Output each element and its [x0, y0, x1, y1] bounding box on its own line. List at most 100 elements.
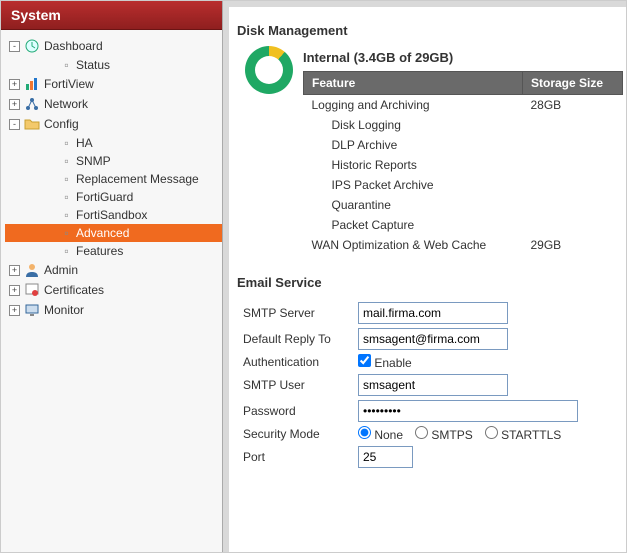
size-cell: [523, 135, 623, 155]
bullet-icon: ▫: [61, 136, 72, 150]
size-cell: [523, 115, 623, 135]
lbl-reply-to: Default Reply To: [243, 332, 358, 346]
disk-feature-table: Feature Storage Size Logging and Archivi…: [303, 71, 623, 255]
content-area: Disk Management Internal (3.4GB of 29GB)…: [223, 1, 626, 552]
lbl-port: Port: [243, 450, 358, 464]
nav-label: Network: [44, 97, 88, 111]
col-storage: Storage Size: [523, 72, 623, 95]
nav-item-monitor[interactable]: + Monitor: [5, 300, 222, 320]
bullet-icon: ▫: [61, 154, 72, 168]
nav-label: Monitor: [44, 303, 84, 317]
size-cell: [523, 195, 623, 215]
bullet-icon: ▫: [61, 58, 72, 72]
bullet-icon: ▫: [61, 190, 72, 204]
feature-cell: Logging and Archiving: [304, 95, 523, 116]
bullet-icon: ▫: [61, 226, 72, 240]
email-section-title: Email Service: [229, 271, 626, 298]
nav-label: Features: [76, 244, 123, 258]
expander-icon[interactable]: -: [9, 41, 20, 52]
table-row: Quarantine: [304, 195, 623, 215]
smtp-user-input[interactable]: [358, 374, 508, 396]
clock-icon: [24, 38, 40, 54]
table-row: Logging and Archiving28GB: [304, 95, 623, 116]
feature-cell: Historic Reports: [304, 155, 523, 175]
nav-label: Admin: [44, 263, 78, 277]
nav-item-config[interactable]: - Config: [5, 114, 222, 134]
disk-usage-pie-icon: [245, 46, 293, 94]
auth-enable-checkbox[interactable]: [358, 354, 371, 367]
nav-item-admin[interactable]: + Admin: [5, 260, 222, 280]
table-row: IPS Packet Archive: [304, 175, 623, 195]
lbl-password: Password: [243, 404, 358, 418]
table-row: Historic Reports: [304, 155, 623, 175]
expander-icon[interactable]: +: [9, 305, 20, 316]
feature-cell: DLP Archive: [304, 135, 523, 155]
nav-label: FortiSandbox: [76, 208, 147, 222]
radio-smtps-wrap[interactable]: SMTPS: [415, 426, 473, 442]
lbl-smtp-user: SMTP User: [243, 378, 358, 392]
feature-cell: WAN Optimization & Web Cache: [304, 235, 523, 255]
disk-title: Internal (3.4GB of 29GB): [303, 50, 623, 65]
nav-item-ha[interactable]: ▫HA: [5, 134, 222, 152]
bullet-icon: ▫: [61, 244, 72, 258]
expander-icon[interactable]: +: [9, 99, 20, 110]
radio-starttls[interactable]: [485, 426, 498, 439]
nav-label: Advanced: [76, 226, 129, 240]
nav-item-network[interactable]: + Network: [5, 94, 222, 114]
feature-cell: Quarantine: [304, 195, 523, 215]
nav-item-replacement-message[interactable]: ▫Replacement Message: [5, 170, 222, 188]
nav-item-dashboard[interactable]: - Dashboard: [5, 36, 222, 56]
nav-item-advanced[interactable]: ▫ Advanced: [5, 224, 222, 242]
folder-icon: [24, 116, 40, 132]
nav-label: Dashboard: [44, 39, 103, 53]
port-input[interactable]: [358, 446, 413, 468]
nav-item-features[interactable]: ▫ Features: [5, 242, 222, 260]
expander-icon[interactable]: -: [9, 119, 20, 130]
feature-cell: Packet Capture: [304, 215, 523, 235]
nav-item-status[interactable]: ▫ Status: [5, 56, 222, 74]
nav-label: FortiGuard: [76, 190, 133, 204]
table-row: WAN Optimization & Web Cache29GB: [304, 235, 623, 255]
nav-label: FortiView: [44, 77, 94, 91]
size-cell: [523, 155, 623, 175]
col-feature: Feature: [304, 72, 523, 95]
auth-enable-wrap[interactable]: Enable: [358, 354, 412, 370]
lbl-enable: Enable: [374, 356, 411, 370]
feature-cell: IPS Packet Archive: [304, 175, 523, 195]
table-row: DLP Archive: [304, 135, 623, 155]
password-input[interactable]: [358, 400, 578, 422]
disk-section-title: Disk Management: [229, 19, 626, 46]
radio-smtps[interactable]: [415, 426, 428, 439]
expander-icon[interactable]: +: [9, 265, 20, 276]
lbl-auth: Authentication: [243, 355, 358, 369]
nav-item-fortiguard[interactable]: ▫ FortiGuard: [5, 188, 222, 206]
nav-label: Config: [44, 117, 79, 131]
size-cell: 28GB: [523, 95, 623, 116]
nav-item-certificates[interactable]: + Certificates: [5, 280, 222, 300]
radio-starttls-wrap[interactable]: STARTTLS: [485, 426, 562, 442]
cert-icon: [24, 282, 40, 298]
radio-none-wrap[interactable]: None: [358, 426, 403, 442]
nav-label: Certificates: [44, 283, 104, 297]
table-row: Disk Logging: [304, 115, 623, 135]
nav-item-fortisandbox[interactable]: ▫ FortiSandbox: [5, 206, 222, 224]
bullet-icon: ▫: [61, 208, 72, 222]
table-row: Packet Capture: [304, 215, 623, 235]
nav-label: SNMP: [76, 154, 111, 168]
expander-icon[interactable]: +: [9, 79, 20, 90]
nav-label: Status: [76, 58, 110, 72]
network-icon: [24, 96, 40, 112]
smtp-server-input[interactable]: [358, 302, 508, 324]
lbl-smtp-server: SMTP Server: [243, 306, 358, 320]
nav-item-fortiview[interactable]: + FortiView: [5, 74, 222, 94]
radio-none[interactable]: [358, 426, 371, 439]
nav-tree: - Dashboard ▫ Status + FortiView + Network - Conf…: [1, 30, 222, 326]
reply-to-input[interactable]: [358, 328, 508, 350]
nav-item-snmp[interactable]: ▫ SNMP: [5, 152, 222, 170]
user-icon: [24, 262, 40, 278]
feature-cell: Disk Logging: [304, 115, 523, 135]
monitor-icon: [24, 302, 40, 318]
expander-icon[interactable]: +: [9, 285, 20, 296]
bars-icon: [24, 76, 40, 92]
size-cell: [523, 215, 623, 235]
